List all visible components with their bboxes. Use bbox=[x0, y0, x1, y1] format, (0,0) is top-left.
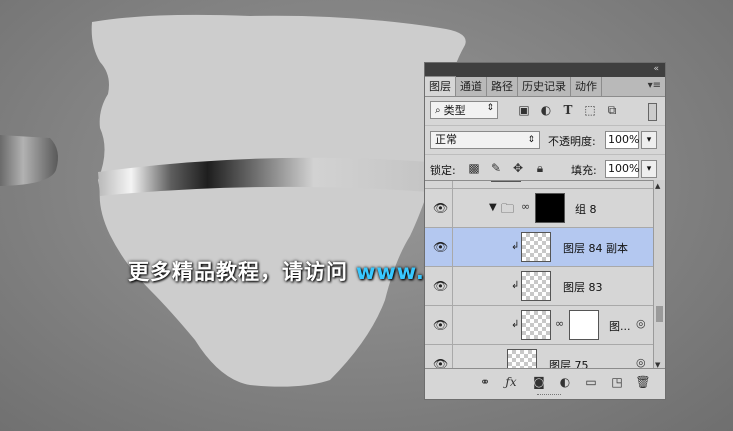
scroll-thumb[interactable] bbox=[656, 306, 663, 322]
adjustment-layer-icon[interactable]: ◐ bbox=[557, 375, 573, 389]
lock-transparent-icon[interactable]: ▩ bbox=[467, 161, 481, 175]
add-mask-icon[interactable]: ◙ bbox=[531, 375, 547, 389]
smart-filter-icon[interactable]: ◎ bbox=[636, 317, 646, 330]
layer-row-smart-masked[interactable]: 👁︎ ↲ ∞ 图... ◎ bbox=[425, 306, 653, 345]
layer-name: 图... bbox=[609, 320, 631, 333]
select-arrows-icon: ⇕ bbox=[527, 135, 535, 145]
layer-row[interactable] bbox=[425, 181, 653, 189]
lock-label: 锁定: bbox=[430, 164, 456, 177]
folder-icon: 🗀︎ bbox=[501, 202, 515, 217]
shape-filter-icon[interactable]: ⬚ bbox=[583, 103, 597, 117]
layer-mask-thumbnail bbox=[569, 310, 599, 340]
smart-object-filter-icon[interactable]: ⧉ bbox=[605, 103, 619, 117]
visibility-toggle[interactable] bbox=[425, 181, 453, 188]
adjustment-filter-icon[interactable]: ◐ bbox=[539, 103, 553, 117]
opacity-input[interactable]: 100% bbox=[605, 131, 639, 149]
link-icon[interactable]: ∞ bbox=[521, 200, 530, 213]
layer-thumbnail bbox=[521, 271, 551, 301]
fill-dropdown-icon[interactable]: ▾ bbox=[641, 160, 657, 178]
lock-row: 锁定: ▩ ✎ ✥ 🔒︎ 填充: 100% ▾ bbox=[425, 154, 665, 183]
link-icon[interactable]: ∞ bbox=[555, 317, 564, 330]
eye-icon: 👁︎ bbox=[433, 201, 449, 215]
delete-icon[interactable]: 🗑︎ bbox=[635, 375, 651, 389]
eye-icon: 👁︎ bbox=[433, 318, 449, 332]
tab-paths[interactable]: 路径 bbox=[487, 77, 518, 96]
filter-kind-label: 类型 bbox=[443, 104, 466, 117]
lock-all-icon[interactable]: 🔒︎ bbox=[533, 161, 547, 176]
clipping-arrow-icon: ↲ bbox=[511, 241, 520, 252]
filter-kind-select[interactable]: ⌕ 类型 ⇕ bbox=[430, 101, 498, 119]
layer-name: 组 8 bbox=[575, 203, 597, 216]
opacity-dropdown-icon[interactable]: ▾ bbox=[641, 131, 657, 149]
layers-scrollbar[interactable]: ▲ ▼ bbox=[653, 180, 665, 371]
eye-icon: 👁︎ bbox=[433, 279, 449, 293]
layer-name: 图层 84 副本 bbox=[563, 242, 628, 255]
tab-history[interactable]: 历史记录 bbox=[518, 77, 571, 96]
blend-mode-select[interactable]: 正常 ⇕ bbox=[430, 131, 540, 149]
lock-brush-icon[interactable]: ✎ bbox=[489, 161, 503, 175]
panel-titlebar[interactable]: « bbox=[425, 63, 665, 77]
layer-row-83[interactable]: 👁︎ ↲ 图层 83 bbox=[425, 267, 653, 306]
search-icon: ⌕ bbox=[435, 104, 441, 116]
clipping-arrow-icon: ↲ bbox=[511, 319, 520, 330]
layer-row-group-8[interactable]: 👁︎ ▼ 🗀︎ ∞ 组 8 bbox=[425, 189, 653, 228]
layer-row-84-copy[interactable]: 👁︎ ↲ 图层 84 副本 bbox=[425, 228, 653, 267]
tab-layers[interactable]: 图层 bbox=[425, 76, 456, 96]
blend-mode-value: 正常 bbox=[435, 133, 457, 146]
layer-thumbnail bbox=[521, 232, 551, 262]
opacity-label: 不透明度: bbox=[548, 135, 596, 148]
panel-tabs: 图层 通道 路径 历史记录 动作 ▾≡ bbox=[425, 76, 665, 97]
expand-triangle-icon[interactable]: ▼ bbox=[489, 202, 497, 213]
vase-shape bbox=[91, 14, 466, 387]
filter-toggle[interactable] bbox=[648, 103, 657, 121]
layer-thumbnail bbox=[491, 181, 521, 182]
select-arrows-icon: ⇕ bbox=[486, 103, 494, 113]
image-filter-icon[interactable]: ▣ bbox=[517, 103, 531, 117]
lock-move-icon[interactable]: ✥ bbox=[511, 161, 525, 175]
tab-actions[interactable]: 动作 bbox=[571, 77, 602, 96]
fill-input[interactable]: 100% bbox=[605, 160, 639, 178]
ring-fragment bbox=[0, 135, 58, 186]
visibility-toggle[interactable]: 👁︎ bbox=[425, 306, 453, 344]
watermark-text: 更多精品教程，请访问 bbox=[128, 260, 348, 284]
visibility-toggle[interactable]: 👁︎ bbox=[425, 267, 453, 305]
fx-icon[interactable]: ƒx bbox=[503, 375, 519, 389]
layers-list: 👁︎ ▼ 🗀︎ ∞ 组 8 👁︎ ↲ 图层 84 副本 👁︎ ↲ 图层 83 👁… bbox=[425, 180, 665, 372]
layers-panel: « 图层 通道 路径 历史记录 动作 ▾≡ ⌕ 类型 ⇕ ▣ ◐ T ⬚ ⧉ 正… bbox=[424, 62, 666, 400]
resize-grip[interactable] bbox=[537, 394, 561, 398]
panel-bottom-bar: ⚭ ƒx ◙ ◐ ▭ ◳ 🗑︎ bbox=[425, 368, 665, 399]
scroll-up-icon[interactable]: ▲ bbox=[655, 182, 660, 190]
new-group-icon[interactable]: ▭ bbox=[583, 375, 599, 389]
clipping-arrow-icon: ↲ bbox=[511, 280, 520, 291]
visibility-toggle[interactable]: 👁︎ bbox=[425, 189, 453, 227]
fill-label: 填充: bbox=[571, 164, 597, 177]
tab-channels[interactable]: 通道 bbox=[456, 77, 487, 96]
group-mask-thumbnail bbox=[535, 193, 565, 223]
double-chevron-icon[interactable]: « bbox=[653, 64, 659, 74]
link-layers-icon[interactable]: ⚭ bbox=[477, 375, 493, 389]
layer-thumbnail bbox=[521, 310, 551, 340]
new-layer-icon[interactable]: ◳ bbox=[609, 375, 625, 389]
layer-name: 图层 83 bbox=[563, 281, 603, 294]
blend-row: 正常 ⇕ 不透明度: 100% ▾ bbox=[425, 125, 665, 154]
panel-menu-icon[interactable]: ▾≡ bbox=[648, 80, 661, 91]
text-filter-icon[interactable]: T bbox=[561, 103, 575, 117]
filter-row: ⌕ 类型 ⇕ ▣ ◐ T ⬚ ⧉ bbox=[425, 97, 665, 125]
visibility-toggle[interactable]: 👁︎ bbox=[425, 228, 453, 266]
eye-icon: 👁︎ bbox=[433, 240, 449, 254]
